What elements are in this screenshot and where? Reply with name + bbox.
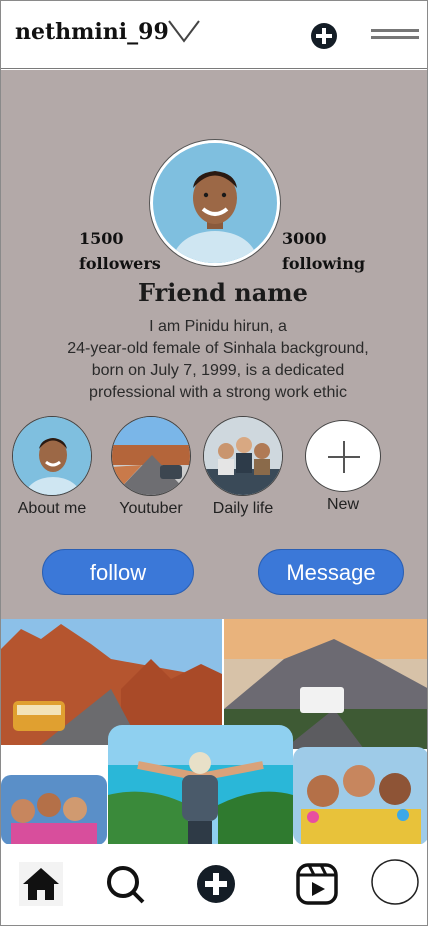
profile-circle-icon[interactable] <box>370 858 420 906</box>
following-label: following <box>282 254 366 273</box>
highlight-new[interactable]: New <box>293 420 393 514</box>
chevron-down-icon[interactable] <box>167 19 201 43</box>
search-icon[interactable] <box>103 862 147 906</box>
bio: I am Pinidu hirun, a 24-year-old female … <box>31 316 405 404</box>
highlight-youtuber[interactable]: Youtuber <box>101 416 201 518</box>
reels-icon[interactable] <box>295 862 339 906</box>
username[interactable]: nethmini_99 <box>15 19 169 45</box>
profile-section: 1500 followers 3000 following Friend nam… <box>1 70 427 620</box>
highlight-label: About me <box>17 500 87 517</box>
followers-stat[interactable]: 1500 followers <box>79 226 161 276</box>
photo-grid <box>1 619 428 845</box>
highlight-thumbnail <box>111 416 191 496</box>
plus-icon <box>328 441 360 473</box>
highlight-thumbnail <box>12 416 92 496</box>
home-icon[interactable] <box>19 862 63 906</box>
highlight-label: Youtuber <box>119 500 183 517</box>
plus-circle-icon[interactable] <box>310 22 338 50</box>
avatar[interactable] <box>149 139 281 267</box>
follow-button[interactable]: follow <box>42 549 194 595</box>
followers-count: 1500 <box>79 229 124 248</box>
post-photo[interactable] <box>108 725 293 845</box>
following-stat[interactable]: 3000 following <box>282 226 365 276</box>
top-bar: nethmini_99 <box>1 1 427 69</box>
post-photo[interactable] <box>1 775 107 845</box>
menu-icon[interactable] <box>371 27 419 43</box>
avatar-photo <box>155 143 275 263</box>
bio-line: 24-year-old female of Sinhala background… <box>67 340 369 357</box>
post-photo[interactable] <box>293 747 428 845</box>
bio-line: born on July 7, 1999, is a dedicated <box>91 362 345 379</box>
bio-line: I am Pinidu hirun, a <box>149 318 287 335</box>
highlight-thumbnail <box>203 416 283 496</box>
bio-line: professional with a strong work ethic <box>89 384 347 401</box>
highlight-label: Daily life <box>212 500 274 517</box>
highlight-about-me[interactable]: About me <box>2 416 102 518</box>
profile-screen: nethmini_99 1500 followers 3000 followin… <box>0 0 428 926</box>
highlight-add <box>305 420 381 492</box>
highlight-label: New <box>326 496 359 513</box>
message-button[interactable]: Message <box>258 549 404 595</box>
plus-circle-icon[interactable] <box>194 862 238 906</box>
profile-name: Friend name <box>138 278 308 307</box>
followers-label: followers <box>79 254 161 273</box>
following-count: 3000 <box>282 229 327 248</box>
bottom-nav <box>1 844 427 925</box>
highlight-daily-life[interactable]: Daily life <box>193 416 293 518</box>
